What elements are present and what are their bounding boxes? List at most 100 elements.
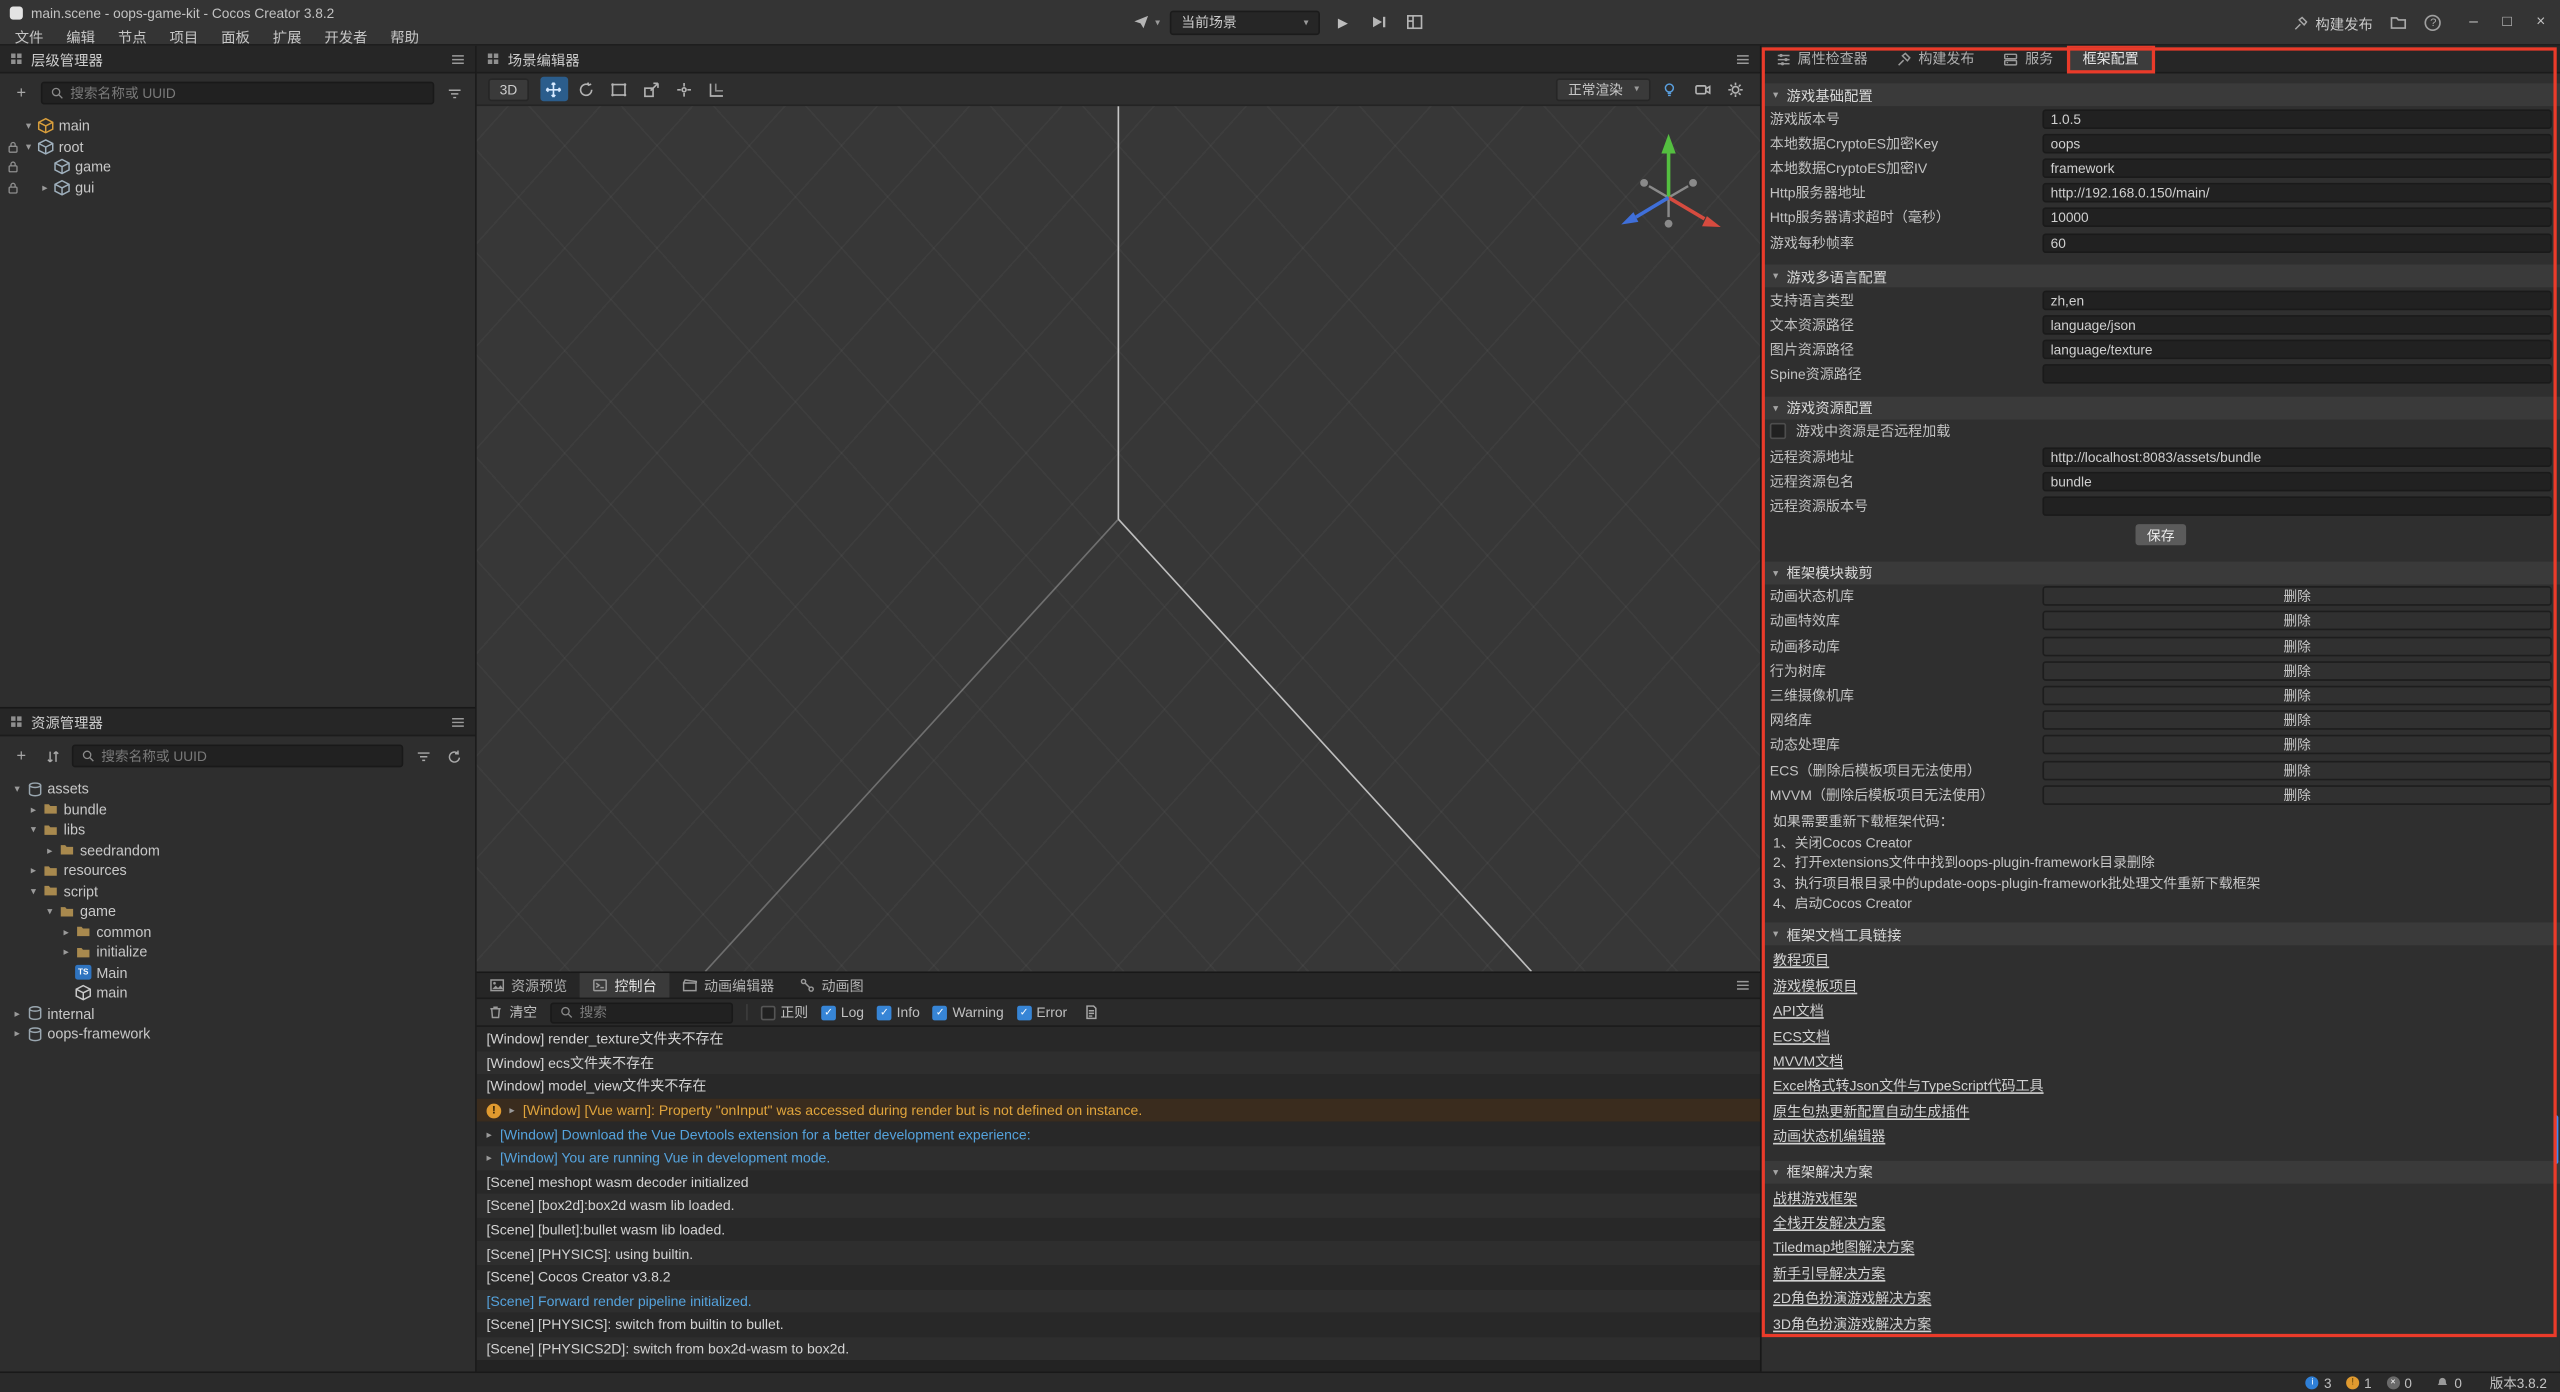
expand-caret-icon[interactable]: ▾ — [42, 905, 57, 918]
build-publish-button[interactable]: 构建发布 — [2294, 12, 2373, 33]
dimension-toggle-button[interactable]: 3D — [488, 78, 529, 101]
asset-row-bundle[interactable]: ▸ bundle — [0, 799, 475, 819]
crypto-iv-input[interactable]: framework — [2042, 158, 2551, 178]
asset-row-script[interactable]: ▾ script — [0, 881, 475, 901]
lock-icon[interactable] — [3, 181, 21, 194]
layout-button[interactable] — [1402, 10, 1428, 34]
sort-assets-icon[interactable] — [41, 744, 64, 767]
rotate-tool-button[interactable] — [573, 77, 601, 101]
log-line[interactable]: [Scene] [PHYSICS2D]: switch from box2d-w… — [477, 1337, 1760, 1361]
collapse-caret-icon[interactable]: ▸ — [26, 803, 41, 816]
anchor-tool-button[interactable] — [671, 77, 699, 101]
log-line[interactable]: [Scene] [PHYSICS]: using builtin. — [477, 1241, 1760, 1265]
collapse-caret-icon[interactable]: ▸ — [38, 181, 53, 194]
doc-link-ecs[interactable]: ECS文档 — [1773, 1025, 1830, 1050]
tab-console[interactable]: 控制台 — [580, 973, 669, 997]
doc-link-animator-editor[interactable]: 动画状态机编辑器 — [1773, 1125, 1885, 1150]
asset-row-oops-framework[interactable]: ▸ oops-framework — [0, 1024, 475, 1044]
delete-button[interactable]: 删除 — [2042, 611, 2551, 631]
delete-button[interactable]: 删除 — [2042, 785, 2551, 805]
log-line[interactable]: [Scene] [box2d]:box2d wasm lib loaded. — [477, 1194, 1760, 1218]
remote-url-input[interactable]: http://localhost:8083/assets/bundle — [2042, 447, 2551, 467]
scale-tool-button[interactable] — [638, 77, 666, 101]
menu-panel[interactable]: 面板 — [210, 24, 262, 48]
menu-edit[interactable]: 编辑 — [55, 24, 107, 48]
doc-link-api[interactable]: API文档 — [1773, 999, 1824, 1024]
delete-button[interactable]: 删除 — [2042, 586, 2551, 606]
scene-select[interactable]: 当前场景 ▾ — [1170, 10, 1320, 34]
expand-log-caret-icon[interactable]: ▸ — [487, 1151, 492, 1164]
menu-help[interactable]: 帮助 — [379, 24, 431, 48]
log-line[interactable]: [Scene] meshopt wasm decoder initialized — [477, 1170, 1760, 1194]
translate-tool-button[interactable] — [540, 77, 568, 101]
asset-row-seedrandom[interactable]: ▸ seedrandom — [0, 840, 475, 860]
expand-caret-icon[interactable]: ▾ — [26, 823, 41, 836]
lock-icon[interactable] — [3, 160, 21, 173]
remote-version-input[interactable] — [2042, 496, 2551, 516]
filter-error-checkbox[interactable]: ✓Error — [1017, 1004, 1067, 1020]
asset-row-libs[interactable]: ▾ libs — [0, 820, 475, 840]
scene-settings-gear-icon[interactable] — [1721, 77, 1749, 101]
scene-viewport[interactable] — [477, 106, 1760, 971]
tab-framework-config[interactable]: 框架配置 — [2068, 46, 2154, 72]
log-line[interactable]: [Scene] [PHYSICS]: switch from builtin t… — [477, 1313, 1760, 1337]
section-header-basic[interactable]: ▾ 游戏基础配置 — [1762, 83, 2560, 106]
collapse-caret-icon[interactable]: ▸ — [26, 864, 41, 877]
solution-link-fullstack[interactable]: 全栈开发解决方案 — [1773, 1211, 1885, 1236]
play-button[interactable]: ▶ — [1330, 10, 1356, 34]
minimize-button[interactable]: – — [2469, 15, 2478, 31]
menu-node[interactable]: 节点 — [106, 24, 158, 48]
console-menu-icon[interactable] — [1736, 978, 1751, 993]
lock-icon[interactable] — [3, 140, 21, 153]
spine-res-path-input[interactable] — [2042, 365, 2551, 385]
save-button[interactable]: 保存 — [2135, 524, 2186, 545]
log-line-info[interactable]: [Scene] Forward render pipeline initiali… — [477, 1289, 1760, 1313]
expand-caret-icon[interactable]: ▾ — [10, 782, 25, 795]
tab-service[interactable]: 服务 — [1989, 46, 2068, 72]
expand-caret-icon[interactable]: ▾ — [26, 884, 41, 897]
hierarchy-filter-icon[interactable] — [442, 82, 465, 105]
log-line-info[interactable]: ▸ [Window] Download the Vue Devtools ext… — [477, 1122, 1760, 1146]
maximize-button[interactable]: □ — [2502, 15, 2511, 31]
rect-tool-button[interactable] — [606, 77, 634, 101]
create-node-button[interactable]: + — [10, 82, 33, 105]
delete-button[interactable]: 删除 — [2042, 636, 2551, 656]
remote-bundle-input[interactable]: bundle — [2042, 472, 2551, 492]
collapse-caret-icon[interactable]: ▸ — [59, 946, 74, 959]
step-button[interactable] — [1366, 10, 1392, 34]
http-timeout-input[interactable]: 10000 — [2042, 208, 2551, 228]
menu-file[interactable]: 文件 — [3, 24, 55, 48]
menu-project[interactable]: 项目 — [158, 24, 210, 48]
hierarchy-search-input[interactable]: 搜索名称或 UUID — [41, 82, 434, 105]
game-version-input[interactable]: 1.0.5 — [2042, 109, 2551, 129]
log-line[interactable]: [Window] ecs文件夹不存在 — [477, 1051, 1760, 1075]
hierarchy-node-game[interactable]: game — [0, 157, 475, 177]
inspector-scrollbar-thumb[interactable] — [2553, 1115, 2558, 1164]
status-warning-count[interactable]: ! 1 — [2346, 1375, 2372, 1391]
export-log-icon[interactable] — [1080, 1001, 1103, 1024]
light-toggle-icon[interactable] — [1656, 77, 1684, 101]
tab-asset-preview[interactable]: 资源预览 — [477, 973, 580, 997]
solution-link-guide[interactable]: 新手引导解决方案 — [1773, 1262, 1885, 1287]
view-gizmo[interactable] — [1600, 126, 1737, 263]
doc-link-tutorial[interactable]: 教程项目 — [1773, 949, 1829, 974]
solution-link-tiledmap[interactable]: Tiledmap地图解决方案 — [1773, 1237, 1914, 1262]
text-res-path-input[interactable]: language/json — [2042, 315, 2551, 335]
solution-link-chess[interactable]: 战棋游戏框架 — [1773, 1186, 1857, 1211]
image-res-path-input[interactable]: language/texture — [2042, 340, 2551, 360]
section-header-docs[interactable]: ▾ 框架文档工具链接 — [1762, 923, 2560, 946]
delete-button[interactable]: 删除 — [2042, 735, 2551, 755]
menu-extension[interactable]: 扩展 — [261, 24, 313, 48]
tab-animation-editor[interactable]: 动画编辑器 — [670, 973, 788, 997]
create-asset-button[interactable]: + — [10, 744, 33, 767]
asset-row-main-ts[interactable]: TS Main — [0, 962, 475, 982]
crypto-key-input[interactable]: oops — [2042, 134, 2551, 154]
asset-row-internal[interactable]: ▸ internal — [0, 1003, 475, 1023]
delete-button[interactable]: 删除 — [2042, 686, 2551, 706]
section-header-solutions[interactable]: ▾ 框架解决方案 — [1762, 1160, 2560, 1183]
doc-link-excel-tool[interactable]: Excel格式转Json文件与TypeScript代码工具 — [1773, 1075, 2044, 1100]
collapse-caret-icon[interactable]: ▸ — [42, 844, 57, 857]
log-line-warning[interactable]: ! ▸ [Window] [Vue warn]: Property "onInp… — [477, 1098, 1760, 1122]
assets-filter-icon[interactable] — [411, 744, 434, 767]
refresh-assets-icon[interactable] — [442, 744, 465, 767]
